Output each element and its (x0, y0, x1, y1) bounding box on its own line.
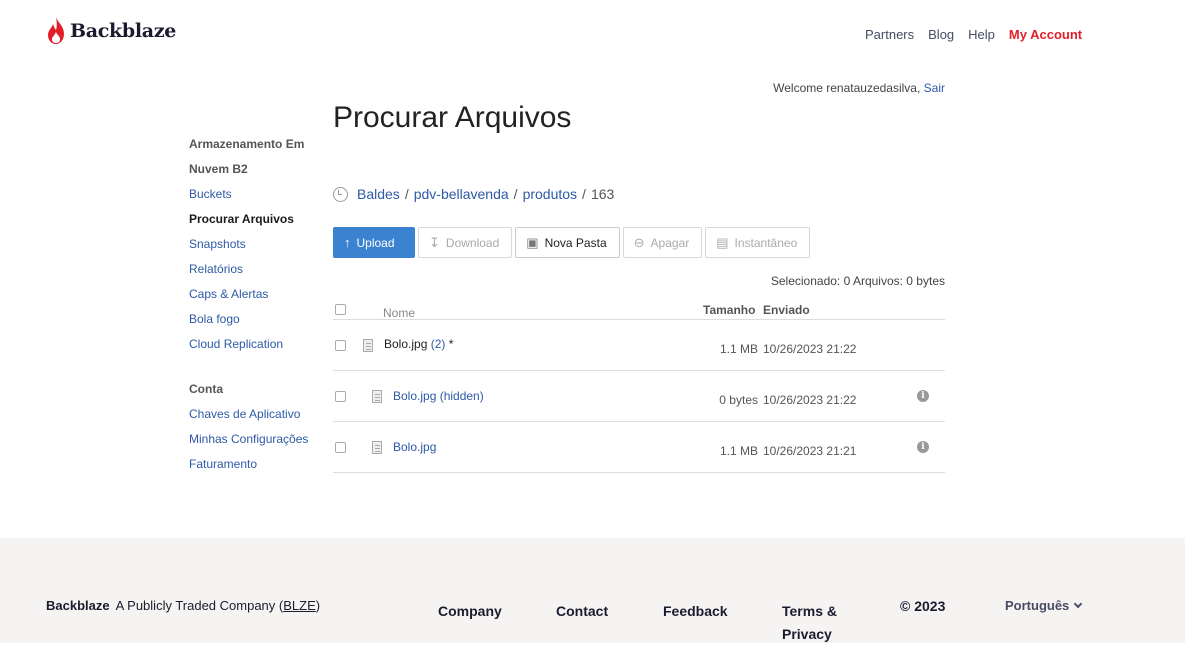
copyright: © 2023 (900, 598, 946, 614)
flame-icon (48, 17, 64, 44)
footer-logo-text[interactable]: Backblaze (46, 598, 110, 613)
breadcrumb: Baldes / pdv-bellavenda / produtos / 163 (333, 186, 614, 202)
sidebar: Armazenamento Em Nuvem B2 Buckets Procur… (189, 132, 319, 477)
sidebar-item-app-keys[interactable]: Chaves de Aplicativo (189, 402, 319, 427)
table-row[interactable]: Bolo.jpg 1.1 MB 10/26/2023 21:21 i (333, 422, 945, 473)
folder-icon: ▣ (526, 234, 539, 250)
sidebar-item-my-settings[interactable]: Minhas Configurações (189, 427, 319, 452)
top-nav: Partners Blog Help My Account (865, 27, 1096, 42)
image-icon: ▤ (716, 234, 729, 250)
welcome-text: Welcome renatauzedasilva, (773, 81, 921, 95)
table-header: Nome Tamanho Enviado (333, 298, 945, 320)
backblaze-logo[interactable]: Backblaze (47, 17, 176, 44)
breadcrumb-folder[interactable]: produtos (523, 186, 577, 202)
selection-summary: Selecionado: 0 Arquivos: 0 bytes (770, 274, 945, 288)
download-button[interactable]: ↧ Download (418, 227, 513, 258)
file-toolbar: ↑ Upload ↧ Download ▣ Nova Pasta ⊖ Apaga… (333, 227, 813, 258)
footer-link-company[interactable]: Company (438, 600, 502, 623)
language-label: Português (1005, 598, 1070, 613)
welcome-message: Welcome renatauzedasilva, Sair (773, 81, 945, 95)
row-checkbox[interactable] (335, 391, 346, 402)
delete-button[interactable]: ⊖ Apagar (622, 227, 703, 258)
footer: Backblaze A Publicly Traded Company (BLZE… (0, 538, 1185, 643)
file-icon (363, 339, 373, 352)
column-name[interactable]: Nome (383, 306, 415, 320)
breadcrumb-buckets[interactable]: Baldes (357, 186, 400, 202)
nav-blog[interactable]: Blog (928, 27, 954, 42)
file-name[interactable]: Bolo.jpg (384, 337, 427, 351)
arrow-up-icon: ↑ (344, 235, 351, 250)
row-checkbox[interactable] (335, 442, 346, 453)
file-size: 0 bytes (719, 393, 758, 407)
file-marker: * (448, 337, 454, 351)
nav-partners[interactable]: Partners (865, 27, 914, 42)
file-date: 10/26/2023 21:22 (763, 393, 857, 407)
file-date: 10/26/2023 21:22 (763, 342, 857, 356)
sidebar-storage-title: Armazenamento Em Nuvem B2 (189, 137, 305, 176)
new-folder-button[interactable]: ▣ Nova Pasta (515, 227, 620, 258)
snapshot-button[interactable]: ▤ Instantâneo (705, 227, 811, 258)
logout-link[interactable]: Sair (924, 81, 945, 95)
footer-tagline: A Publicly Traded Company ( (115, 598, 284, 613)
nav-help[interactable]: Help (968, 27, 995, 42)
sidebar-item-reports[interactable]: Relatórios (189, 257, 319, 282)
breadcrumb-current: 163 (590, 186, 615, 202)
column-date[interactable]: Enviado (763, 303, 810, 317)
file-name[interactable]: Bolo.jpg (hidden) (393, 389, 484, 403)
page-title: Procurar Arquivos (333, 101, 572, 134)
sidebar-item-fireball[interactable]: Bola fogo (189, 307, 319, 332)
sidebar-account-title: Conta (189, 382, 223, 396)
row-checkbox[interactable] (335, 340, 346, 351)
history-icon[interactable] (333, 186, 348, 202)
chevron-down-icon (1074, 599, 1083, 609)
file-icon (372, 390, 382, 403)
file-icon (372, 441, 382, 454)
file-date: 10/26/2023 21:21 (763, 444, 857, 458)
breadcrumb-bucket[interactable]: pdv-bellavenda (414, 186, 509, 202)
footer-link-terms-privacy[interactable]: Terms & Privacy (782, 600, 852, 646)
sidebar-item-buckets[interactable]: Buckets (189, 182, 319, 207)
sidebar-item-browse-files[interactable]: Procurar Arquivos (189, 207, 319, 232)
ticker-link[interactable]: BLZE (283, 598, 316, 613)
sidebar-item-cloud-replication[interactable]: Cloud Replication (189, 332, 319, 357)
language-selector[interactable]: Português (1005, 598, 1083, 613)
table-row[interactable]: Bolo.jpg (hidden) 0 bytes 10/26/2023 21:… (333, 371, 945, 422)
minus-circle-icon: ⊖ (633, 234, 645, 250)
file-versions-link[interactable]: (2) (431, 337, 446, 351)
footer-brand: Backblaze A Publicly Traded Company (BLZE… (46, 598, 321, 613)
sidebar-item-billing[interactable]: Faturamento (189, 452, 319, 477)
column-size[interactable]: Tamanho (703, 303, 755, 317)
info-icon[interactable]: i (917, 441, 929, 453)
info-icon[interactable]: i (917, 390, 929, 402)
footer-link-feedback[interactable]: Feedback (663, 600, 728, 623)
sidebar-item-snapshots[interactable]: Snapshots (189, 232, 319, 257)
file-size: 1.1 MB (719, 342, 758, 356)
upload-button[interactable]: ↑ Upload (333, 227, 415, 258)
sidebar-item-caps-alerts[interactable]: Caps & Alertas (189, 282, 319, 307)
table-row[interactable]: Bolo.jpg (2) * 1.1 MB 10/26/2023 21:22 (333, 320, 945, 371)
file-name[interactable]: Bolo.jpg (393, 440, 436, 454)
logo-text: Backblaze (70, 19, 177, 42)
download-icon: ↧ (429, 234, 440, 250)
file-table: Nome Tamanho Enviado Bolo.jpg (2) * 1.1 … (333, 298, 945, 473)
file-size: 1.1 MB (719, 444, 758, 458)
nav-my-account[interactable]: My Account (1009, 27, 1082, 42)
footer-link-contact[interactable]: Contact (556, 600, 608, 623)
select-all-checkbox[interactable] (335, 304, 346, 315)
